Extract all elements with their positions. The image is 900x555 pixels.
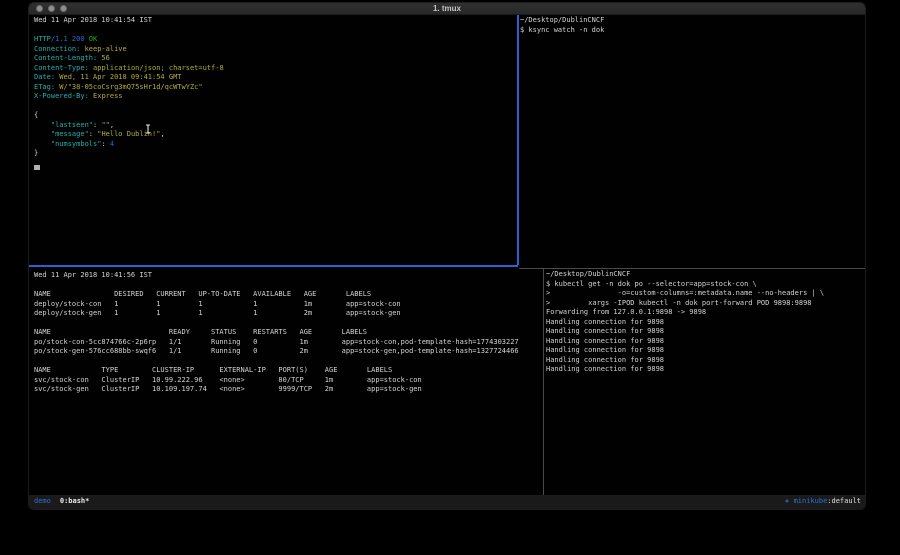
terminal-line: Forwarding from 127.0.0.1:9898 -> 9898 xyxy=(546,308,862,318)
terminal-line: Handling connection for 9898 xyxy=(546,337,862,347)
terminal-line: Wed 11 Apr 2018 10:41:56 IST xyxy=(34,271,542,281)
terminal-line: Content-Type: application/json; charset=… xyxy=(34,64,517,74)
terminal-line: Handling connection for 9898 xyxy=(546,365,862,375)
terminal-line: ~/Desktop/DublinCNCF xyxy=(546,270,862,280)
terminal-line: NAME DESIRED CURRENT UP-TO-DATE AVAILABL… xyxy=(34,290,542,300)
terminal-line: NAME TYPE CLUSTER-IP EXTERNAL-IP PORT(S)… xyxy=(34,366,542,376)
terminal-line: po/stock-con-5cc874766c-2p6rp 1/1 Runnin… xyxy=(34,338,542,348)
terminal-line xyxy=(34,26,517,36)
terminal-line: po/stock-gen-576cc688bb-swqf6 1/1 Runnin… xyxy=(34,347,542,357)
pane-kubectl-get[interactable]: Wed 11 Apr 2018 10:41:56 IST NAME DESIRED… xyxy=(34,271,542,395)
mouse-cursor-ibeam xyxy=(145,124,151,134)
terminal-line xyxy=(34,319,542,329)
terminal-line: Handling connection for 9898 xyxy=(546,356,862,366)
desktop-background: 1. tmux Wed 11 Apr 2018 10:41:54 IST HTTP… xyxy=(0,0,900,555)
tmux-status-bar: demo 0:bash* ⎈ minikube:default xyxy=(29,495,865,509)
terminal-line xyxy=(34,281,542,291)
terminal-line: svc/stock-gen ClusterIP 10.109.197.74 <n… xyxy=(34,385,542,395)
terminal-line: Date: Wed, 11 Apr 2018 09:41:54 GMT xyxy=(34,73,517,83)
terminal-line: { xyxy=(34,111,517,121)
terminal-line: Handling connection for 9898 xyxy=(546,346,862,356)
terminal-window: 1. tmux Wed 11 Apr 2018 10:41:54 IST HTTP… xyxy=(28,2,866,510)
terminal-line: "lastseen": "", xyxy=(34,121,517,131)
terminal-line: HTTP/1.1 200 OK xyxy=(34,35,517,45)
window-title: 1. tmux xyxy=(29,4,865,14)
terminal-line: Connection: keep-alive xyxy=(34,45,517,55)
terminal-line: Wed 11 Apr 2018 10:41:54 IST xyxy=(34,16,517,26)
pane-divider-horizontal-left[interactable] xyxy=(29,265,518,267)
terminal-line xyxy=(34,357,542,367)
pane-http-response[interactable]: Wed 11 Apr 2018 10:41:54 IST HTTP/1.1 200… xyxy=(34,16,517,159)
terminal-line: Handling connection for 9898 xyxy=(546,318,862,328)
terminal-line: ~/Desktop/DublinCNCF xyxy=(520,16,860,26)
terminal-cursor xyxy=(34,165,40,170)
terminal-line: > -o=custom-columns=:metadata.name --no-… xyxy=(546,289,862,299)
terminal-line: svc/stock-con ClusterIP 10.99.222.96 <no… xyxy=(34,376,542,386)
terminal-line: $ ksync watch -n dok xyxy=(520,26,860,36)
terminal-line: deploy/stock-gen 1 1 1 1 2m app=stock-ge… xyxy=(34,309,542,319)
terminal-line: "message": "Hello Dublin!", xyxy=(34,130,517,140)
pane-divider-horizontal-right[interactable] xyxy=(519,268,866,269)
pane-ksync-watch[interactable]: ~/Desktop/DublinCNCF$ ksync watch -n dok xyxy=(520,16,860,35)
terminal-line: Handling connection for 9898 xyxy=(546,327,862,337)
pane-port-forward[interactable]: ~/Desktop/DublinCNCF$ kubectl get -n dok… xyxy=(546,270,862,375)
terminal-line: "numsymbols": 4 xyxy=(34,140,517,150)
terminal-line: X-Powered-By: Express xyxy=(34,92,517,102)
terminal-line: deploy/stock-con 1 1 1 1 1m app=stock-co… xyxy=(34,300,542,310)
pane-divider-vertical-top[interactable] xyxy=(517,15,519,265)
terminal-line: > xargs -IPOD kubectl -n dok port-forwar… xyxy=(546,299,862,309)
terminal-line: ETag: W/"38-05coCsrg3mQ75sHr1d/qcWTwYZc" xyxy=(34,83,517,93)
window-titlebar[interactable]: 1. tmux xyxy=(29,3,865,15)
terminal-line: } xyxy=(34,149,517,159)
pane-divider-vertical-bottom[interactable] xyxy=(543,268,544,497)
terminal-line: Content-Length: 56 xyxy=(34,54,517,64)
tmux-session-name: demo xyxy=(34,497,51,507)
terminal-line xyxy=(34,102,517,112)
kube-context-indicator: ⎈ minikube:default xyxy=(785,497,861,507)
terminal-line: $ kubectl get -n dok po --selector=app=s… xyxy=(546,280,862,290)
tmux-window-item[interactable]: 0:bash* xyxy=(60,497,90,507)
terminal-line: NAME READY STATUS RESTARTS AGE LABELS xyxy=(34,328,542,338)
